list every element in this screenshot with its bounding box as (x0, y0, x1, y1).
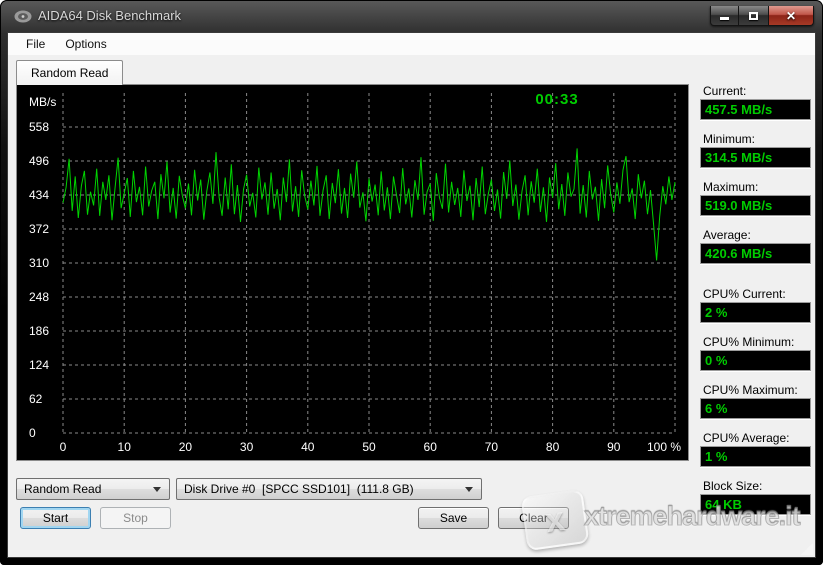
stat-cpu-maximum-label: CPU% Maximum: (703, 383, 798, 397)
resize-grip[interactable] (801, 543, 813, 555)
svg-text:0: 0 (29, 426, 36, 440)
menu-bar: FileOptions (8, 33, 815, 55)
window-controls: ✕ (710, 6, 814, 26)
svg-text:20: 20 (179, 440, 193, 454)
svg-text:100 %: 100 % (647, 440, 681, 454)
app-window: AIDA64 Disk Benchmark ✕ FileOptions Rand… (0, 0, 823, 565)
svg-text:434: 434 (29, 188, 49, 202)
svg-text:10: 10 (118, 440, 132, 454)
titlebar[interactable]: AIDA64 Disk Benchmark ✕ (0, 0, 823, 33)
app-icon (14, 10, 32, 23)
stat-cpu-minimum-value: 0 % (700, 350, 811, 371)
svg-text:50: 50 (362, 440, 376, 454)
close-icon: ✕ (786, 10, 796, 22)
svg-text:496: 496 (29, 154, 49, 168)
window-title: AIDA64 Disk Benchmark (38, 8, 181, 23)
chevron-down-icon (153, 487, 161, 496)
svg-text:0: 0 (60, 440, 67, 454)
stat-maximum-value: 519.0 MB/s (700, 195, 811, 216)
svg-text:248: 248 (29, 290, 49, 304)
svg-text:90: 90 (607, 440, 621, 454)
svg-text:310: 310 (29, 256, 49, 270)
stat-minimum-value: 314.5 MB/s (700, 147, 811, 168)
svg-text:80: 80 (546, 440, 560, 454)
menu-item-options[interactable]: Options (55, 34, 116, 54)
stat-cpu-minimum-label: CPU% Minimum: (703, 335, 794, 349)
disk-drive-value: Disk Drive #0 [SPCC SSD101] (111.8 GB) (177, 482, 461, 496)
save-button[interactable]: Save (418, 507, 489, 529)
svg-text:186: 186 (29, 324, 49, 338)
stat-cpu-average-label: CPU% Average: (703, 431, 790, 445)
minimize-icon (720, 17, 729, 20)
svg-text:70: 70 (485, 440, 499, 454)
stat-current-value: 457.5 MB/s (700, 99, 811, 120)
svg-text:40: 40 (301, 440, 315, 454)
close-button[interactable]: ✕ (768, 6, 814, 26)
svg-text:60: 60 (424, 440, 438, 454)
stat-average-value: 420.6 MB/s (700, 243, 811, 264)
stat-maximum-label: Maximum: (703, 180, 758, 194)
stat-block-size-label: Block Size: (703, 479, 762, 493)
minimize-button[interactable] (710, 6, 739, 26)
svg-text:MB/s: MB/s (29, 95, 56, 109)
client-area: FileOptions Random Read 558 496 434 372 310 2… (8, 33, 815, 557)
menu-item-file[interactable]: File (16, 34, 55, 54)
svg-text:30: 30 (240, 440, 254, 454)
disk-drive-select[interactable]: Disk Drive #0 [SPCC SSD101] (111.8 GB) (176, 478, 482, 500)
benchmark-type-select[interactable]: Random Read (16, 478, 170, 500)
stat-cpu-current-value: 2 % (700, 302, 811, 323)
svg-text:372: 372 (29, 222, 49, 236)
svg-text:62: 62 (29, 392, 43, 406)
maximize-icon (749, 12, 758, 20)
chart-canvas: 558 496 434 372 310 248 186 124 62 0 MB/s 0 10 20 30 40… (17, 85, 688, 460)
benchmark-type-value: Random Read (17, 482, 149, 496)
chevron-down-icon (465, 487, 473, 496)
stat-block-size-value: 64 KB (700, 494, 811, 515)
stat-cpu-maximum-value: 6 % (700, 398, 811, 419)
stat-cpu-current-label: CPU% Current: (703, 287, 786, 301)
svg-text:124: 124 (29, 358, 49, 372)
stat-average-label: Average: (703, 228, 751, 242)
stat-current-label: Current: (703, 84, 746, 98)
benchmark-chart-panel: 558 496 434 372 310 248 186 124 62 0 MB/s 0 10 20 30 40… (16, 84, 689, 461)
tab-random-read[interactable]: Random Read (16, 60, 123, 85)
stat-cpu-average-value: 1 % (700, 446, 811, 467)
stat-minimum-label: Minimum: (703, 132, 755, 146)
elapsed-timer: 00:33 (511, 91, 603, 108)
maximize-button[interactable] (739, 6, 768, 26)
clear-button[interactable]: Clear (498, 507, 569, 529)
stop-button: Stop (100, 507, 171, 529)
start-button[interactable]: Start (20, 507, 91, 529)
svg-text:558: 558 (29, 120, 49, 134)
